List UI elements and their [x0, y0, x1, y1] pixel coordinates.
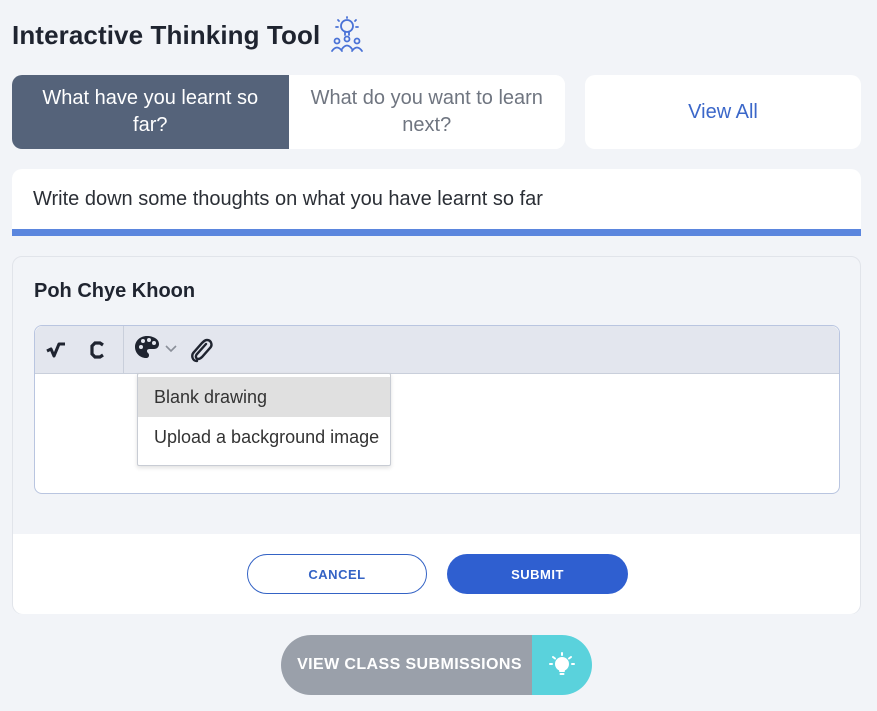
palette-icon [134, 335, 160, 364]
tab-learnt-so-far[interactable]: What have you learnt so far? [12, 75, 289, 149]
view-class-submissions-label: VIEW CLASS SUBMISSIONS [281, 635, 532, 695]
menu-item-upload-background[interactable]: Upload a background image [138, 417, 390, 457]
page-title: Interactive Thinking Tool [12, 19, 321, 50]
cancel-button[interactable]: CANCEL [247, 554, 427, 594]
chevron-down-icon [164, 341, 178, 359]
card-actions: CANCEL SUBMIT [13, 534, 860, 614]
submit-button[interactable]: SUBMIT [447, 554, 628, 594]
prompt-banner: Write down some thoughts on what you hav… [12, 169, 861, 236]
view-class-submissions-button[interactable]: VIEW CLASS SUBMISSIONS [281, 635, 592, 695]
toolbar-divider [123, 326, 124, 373]
chemistry-icon[interactable] [77, 326, 119, 373]
page-header: Interactive Thinking Tool [12, 16, 364, 54]
lightbulb-people-icon [330, 16, 364, 54]
math-sqrt-icon[interactable] [35, 326, 77, 373]
paperclip-icon[interactable] [184, 326, 218, 373]
menu-item-blank-drawing[interactable]: Blank drawing [138, 377, 390, 417]
drawing-dropdown-menu: Blank drawing Upload a background image [137, 373, 391, 466]
response-card: Poh Chye Khoon Blank drawing Upload a ba… [12, 256, 861, 614]
response-editor[interactable]: Blank drawing Upload a background image [34, 325, 840, 494]
question-tabs: What have you learnt so far? What do you… [12, 75, 565, 149]
view-all-button[interactable]: View All [585, 75, 861, 149]
student-name: Poh Chye Khoon [34, 280, 196, 302]
lightbulb-icon [532, 635, 592, 695]
editor-toolbar [35, 326, 839, 374]
drawing-menu-button[interactable] [128, 326, 184, 373]
tab-learn-next[interactable]: What do you want to learn next? [288, 75, 565, 149]
prompt-text: Write down some thoughts on what you hav… [33, 187, 543, 210]
